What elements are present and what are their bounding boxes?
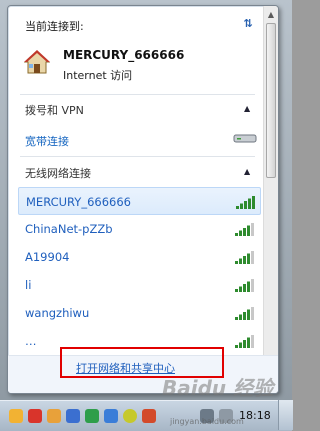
signal-bar <box>239 314 242 320</box>
signal-bar <box>239 342 242 348</box>
signal-bar <box>239 286 242 292</box>
signal-strength-icon <box>235 335 254 348</box>
signal-bar <box>243 340 246 348</box>
signal-strength-icon <box>235 279 254 292</box>
baidu-watermark-url: jingyan.baidu.com <box>170 417 244 426</box>
modem-icon <box>233 134 257 143</box>
signal-bar <box>247 225 250 236</box>
scrollbar-thumb[interactable] <box>266 23 276 178</box>
network-name: MERCURY_666666 <box>26 195 131 209</box>
signal-strength-icon <box>235 251 254 264</box>
network-name: li <box>25 278 32 292</box>
network-name: ChinaNet-pZZb <box>25 222 113 236</box>
tray-shield-icon[interactable] <box>85 409 99 423</box>
signal-bar <box>243 228 246 236</box>
signal-bar <box>247 309 250 320</box>
signal-bar <box>239 258 242 264</box>
home-network-icon <box>24 50 50 74</box>
tray-app-icon[interactable] <box>28 409 42 423</box>
scroll-up-icon[interactable]: ▲ <box>266 9 276 20</box>
wireless-network-item[interactable]: ChinaNet-pZZb <box>18 215 261 243</box>
current-network-status: Internet 访问 <box>63 69 133 82</box>
tray-app-icon[interactable] <box>66 409 80 423</box>
wireless-network-item[interactable]: MERCURY_666666 <box>18 187 261 215</box>
current-connection-title: 当前连接到: <box>25 20 84 33</box>
signal-bar <box>243 256 246 264</box>
signal-strength-icon <box>235 223 254 236</box>
signal-bar <box>244 201 247 209</box>
wireless-network-item[interactable]: A19904 <box>18 243 261 271</box>
signal-bar <box>251 279 254 292</box>
signal-bar <box>236 206 239 209</box>
network-name: wangzhiwu <box>25 306 90 320</box>
signal-bar <box>243 312 246 320</box>
divider <box>20 94 255 95</box>
tray-folder-icon[interactable] <box>9 409 23 423</box>
wireless-network-item[interactable]: wangzhiwu <box>18 299 261 327</box>
signal-bar <box>251 307 254 320</box>
network-flyout: 当前连接到: ⇅ MERCURY_666666 Internet 访问 拨号和 … <box>7 5 279 394</box>
signal-bar <box>247 253 250 264</box>
signal-bar <box>251 223 254 236</box>
collapse-dialup-icon[interactable]: ▲ <box>244 104 250 113</box>
signal-bar <box>235 317 238 320</box>
signal-bar <box>243 284 246 292</box>
signal-bar <box>235 233 238 236</box>
baidu-watermark-logo: Baidu 经验 <box>162 376 274 400</box>
tray-app-icon[interactable] <box>104 409 118 423</box>
signal-bar <box>240 203 243 209</box>
refresh-icon[interactable]: ⇅ <box>240 16 256 32</box>
dialup-section-title: 拨号和 VPN <box>25 104 84 117</box>
current-network-name: MERCURY_666666 <box>63 48 185 62</box>
wireless-section-title: 无线网络连接 <box>25 167 91 180</box>
signal-bar <box>235 261 238 264</box>
signal-bar <box>247 337 250 348</box>
tray-app-icon[interactable] <box>142 409 156 423</box>
wireless-network-list: MERCURY_666666 ChinaNet-pZZb A19904 li wangz… <box>18 187 261 355</box>
signal-strength-icon <box>236 196 255 209</box>
taskbar: 18:18 <box>0 400 292 431</box>
scrollbar[interactable]: ▲ ▼ <box>263 6 278 393</box>
tray-app-icon[interactable] <box>47 409 61 423</box>
divider <box>20 156 255 157</box>
show-desktop-button[interactable] <box>278 400 293 430</box>
open-network-sharing-center-link[interactable]: 打开网络和共享中心 <box>76 360 175 376</box>
flyout-content: 当前连接到: ⇅ MERCURY_666666 Internet 访问 拨号和 … <box>8 6 263 393</box>
signal-bar <box>248 198 251 209</box>
signal-bar <box>252 196 255 209</box>
signal-bar <box>235 345 238 348</box>
network-name: … <box>25 334 37 348</box>
network-name: A19904 <box>25 250 70 264</box>
signal-bar <box>247 281 250 292</box>
broadband-connection[interactable]: 宽带连接 <box>25 133 69 149</box>
signal-bar <box>235 289 238 292</box>
signal-bar <box>239 230 242 236</box>
signal-bar <box>251 251 254 264</box>
wireless-network-item[interactable]: li <box>18 271 261 299</box>
collapse-wireless-icon[interactable]: ▲ <box>244 167 250 176</box>
signal-bar <box>251 335 254 348</box>
signal-strength-icon <box>235 307 254 320</box>
tray-add-icon[interactable] <box>123 409 137 423</box>
